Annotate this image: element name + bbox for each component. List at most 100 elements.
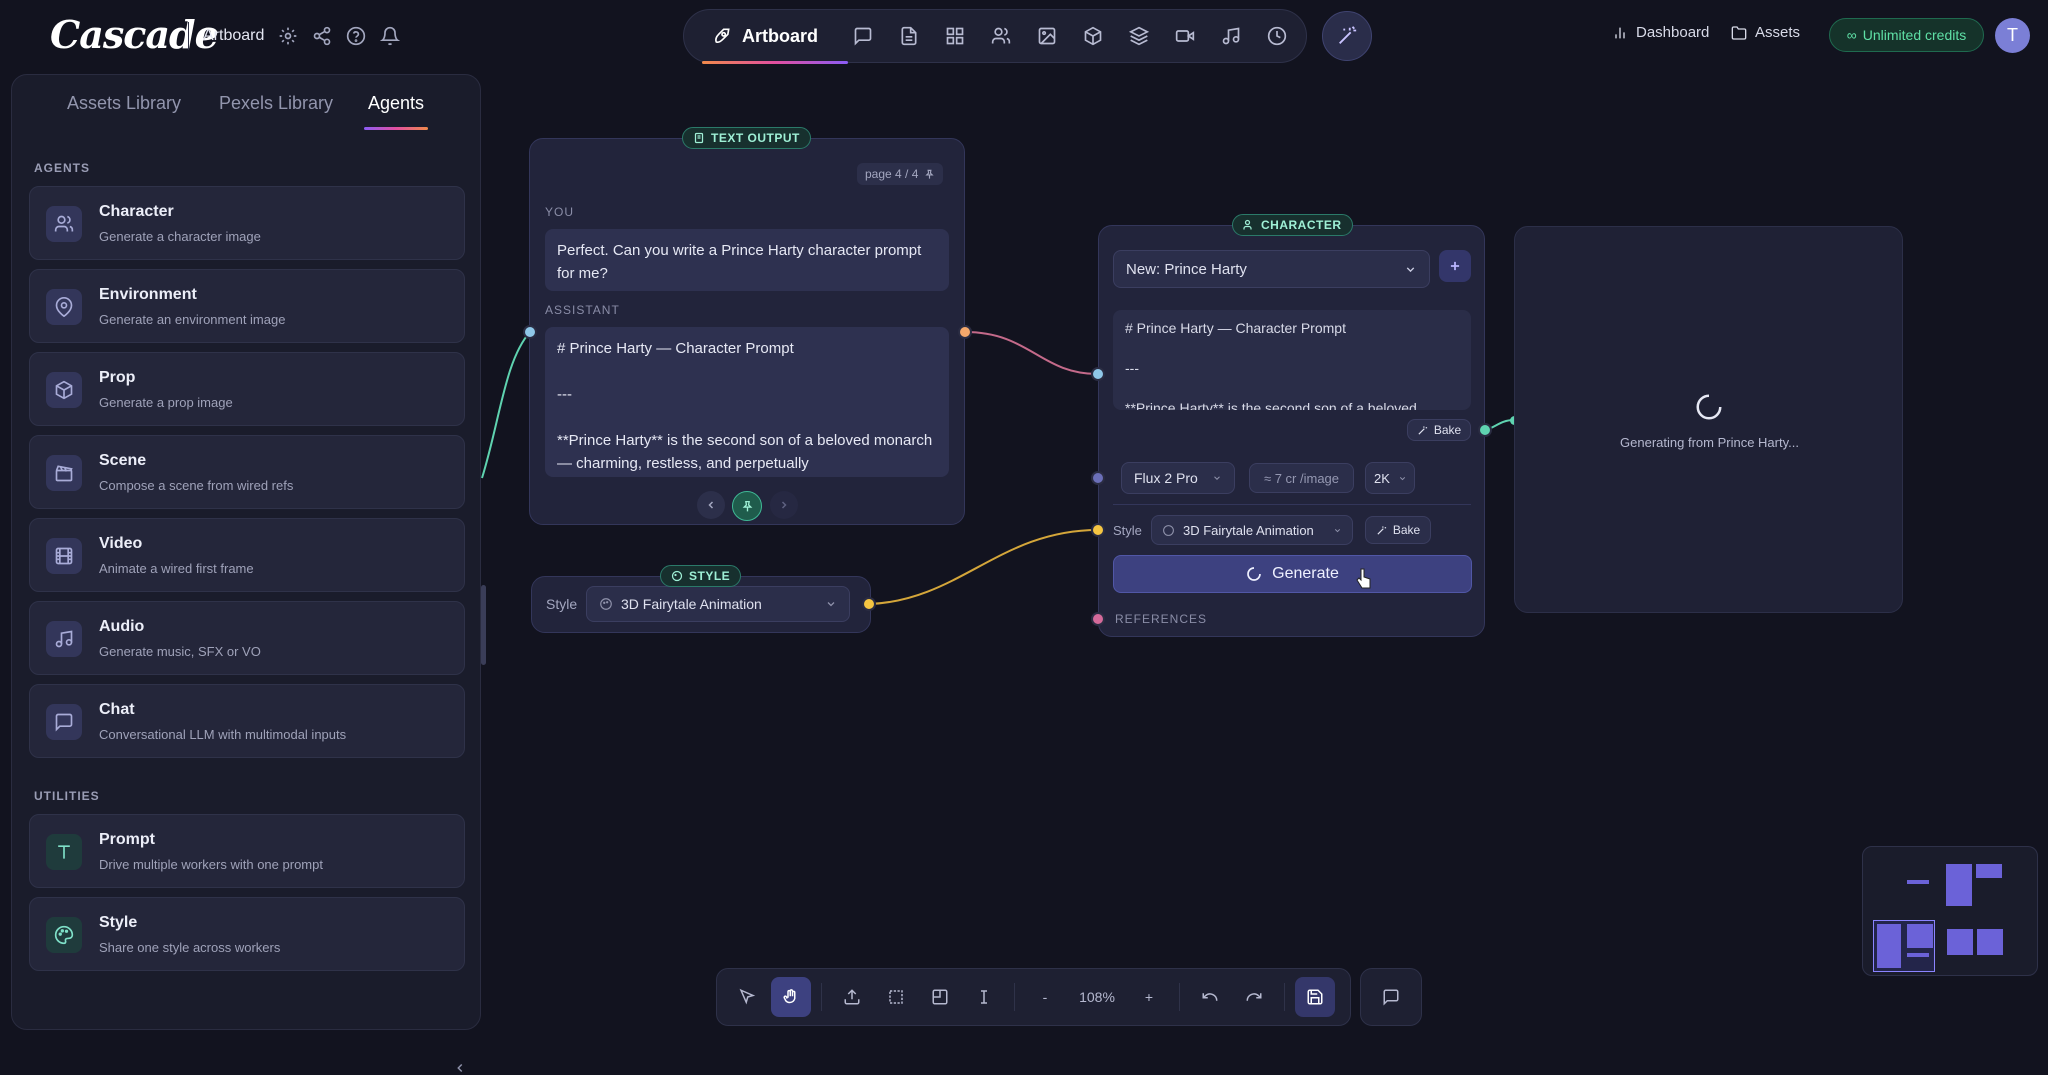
toolbar-divider (821, 983, 822, 1011)
comment-icon[interactable] (1371, 977, 1411, 1017)
minimap-block (1877, 924, 1901, 968)
chevron-down-icon (1398, 474, 1407, 483)
bake-prompt-button[interactable]: Bake (1407, 419, 1471, 441)
marquee-select-icon[interactable] (876, 977, 916, 1017)
character-style-select[interactable]: 3D Fairytale Animation (1151, 515, 1353, 545)
undo-icon[interactable] (1190, 977, 1230, 1017)
resolution-value: 2K (1374, 470, 1390, 486)
chevron-right-icon (778, 499, 790, 511)
select-tool-icon[interactable] (727, 977, 767, 1017)
comments-toolbar (1360, 968, 1422, 1026)
chevron-down-icon (1212, 473, 1222, 483)
minimap-block (1907, 924, 1933, 948)
generating-status: Generating from Prince Harty... (1620, 435, 1799, 450)
character-references-port[interactable] (1091, 612, 1105, 626)
palette-icon (599, 597, 613, 611)
model-select[interactable]: Flux 2 Pro (1121, 462, 1235, 494)
wand-icon (1376, 525, 1387, 536)
save-icon[interactable] (1295, 977, 1335, 1017)
assistant-label: ASSISTANT (545, 303, 620, 317)
users-icon (1243, 219, 1255, 231)
hand-tool-icon[interactable] (771, 977, 811, 1017)
bake-style-button[interactable]: Bake (1365, 516, 1431, 544)
redo-icon[interactable] (1234, 977, 1274, 1017)
model-value: Flux 2 Pro (1134, 470, 1198, 486)
spinner-icon (1246, 566, 1262, 582)
divider (1113, 504, 1471, 505)
loading-spinner-icon (1694, 392, 1724, 422)
wire-style-to-character (869, 529, 1099, 605)
prev-page-button[interactable] (697, 491, 725, 519)
minimap[interactable] (1862, 846, 2038, 976)
character-prompt-field[interactable]: # Prince Harty — Character Prompt --- **… (1113, 310, 1471, 410)
user-message: Perfect. Can you write a Prince Harty ch… (545, 229, 949, 291)
character-output-port[interactable] (1478, 423, 1492, 437)
text-cursor-icon[interactable] (964, 977, 1004, 1017)
chevron-left-icon (705, 499, 717, 511)
character-badge: CHARACTER (1232, 214, 1353, 236)
character-style-value: 3D Fairytale Animation (1183, 522, 1314, 538)
minimap-block (1976, 864, 2002, 878)
style-field-label: Style (1113, 523, 1142, 538)
resolution-select[interactable]: 2K (1365, 462, 1415, 494)
chevron-down-icon (1333, 526, 1342, 535)
pin-icon (924, 169, 935, 180)
you-label: YOU (545, 205, 575, 219)
character-select[interactable]: New: Prince Harty (1113, 250, 1430, 288)
text-output-node[interactable]: YOU Perfect. Can you write a Prince Hart… (529, 138, 965, 525)
pin-output-button[interactable] (732, 491, 762, 521)
page-indicator[interactable]: page 4 / 4 (857, 163, 944, 185)
style-select[interactable]: 3D Fairytale Animation (586, 586, 850, 622)
text-output-input-port[interactable] (523, 325, 537, 339)
wire-text-to-character (964, 331, 1099, 375)
bake-label: Bake (1433, 423, 1462, 437)
minimap-block (1977, 929, 2003, 955)
text-output-badge: TEXT OUTPUT (682, 127, 811, 149)
palette-icon (671, 570, 683, 582)
style-select-value: 3D Fairytale Animation (621, 596, 762, 612)
image-output-node[interactable]: Generating from Prince Harty... (1514, 226, 1903, 613)
text-output-output-port[interactable] (958, 325, 972, 339)
palette-icon (1162, 524, 1175, 537)
style-node-label: Style (546, 596, 578, 612)
next-page-button[interactable] (770, 491, 798, 519)
badge-text: CHARACTER (1261, 218, 1342, 232)
badge-text: STYLE (689, 569, 731, 583)
add-character-button[interactable] (1439, 250, 1471, 282)
collapse-sidebar-icon[interactable] (453, 1061, 467, 1075)
generate-button[interactable]: Generate (1113, 555, 1472, 593)
toolbar-divider (1179, 983, 1180, 1011)
upload-icon[interactable] (832, 977, 872, 1017)
scroll-icon (693, 132, 705, 144)
assistant-line-body: **Prince Harty** is the second son of a … (557, 432, 933, 472)
mouse-cursor-icon (1356, 568, 1372, 590)
zoom-in-button[interactable]: + (1129, 977, 1169, 1017)
style-output-port[interactable] (862, 597, 876, 611)
toolbar-divider (1014, 983, 1015, 1011)
style-badge: STYLE (660, 565, 742, 587)
page-text: page 4 / 4 (865, 167, 919, 181)
badge-text: TEXT OUTPUT (711, 131, 800, 145)
cost-estimate: ≈ 7 cr /image (1249, 463, 1354, 493)
zoom-level[interactable]: 108% (1069, 977, 1125, 1017)
bake-label: Bake (1392, 523, 1421, 537)
minimap-block (1947, 929, 1973, 955)
wand-icon (1417, 425, 1428, 436)
character-prompt-input-port[interactable] (1091, 367, 1105, 381)
wire-sidebar-to-text (481, 331, 531, 479)
prompt-line-divider: --- (1125, 360, 1139, 376)
character-style-input-port[interactable] (1091, 523, 1105, 537)
character-model-port[interactable] (1091, 471, 1105, 485)
prompt-line-heading: # Prince Harty — Character Prompt (1125, 320, 1346, 336)
assistant-line-divider: --- (557, 386, 572, 403)
toolbar-divider (1284, 983, 1285, 1011)
minimap-block (1946, 864, 1972, 906)
assistant-message: # Prince Harty — Character Prompt --- **… (545, 327, 949, 477)
minimap-block (1907, 953, 1929, 957)
minimap-block (1907, 880, 1929, 884)
canvas-toolbar: - 108% + (716, 968, 1351, 1026)
frame-icon[interactable] (920, 977, 960, 1017)
chevron-down-icon (1404, 263, 1417, 276)
zoom-out-button[interactable]: - (1025, 977, 1065, 1017)
prompt-line-body: **Prince Harty** is the second son of a … (1125, 400, 1417, 410)
